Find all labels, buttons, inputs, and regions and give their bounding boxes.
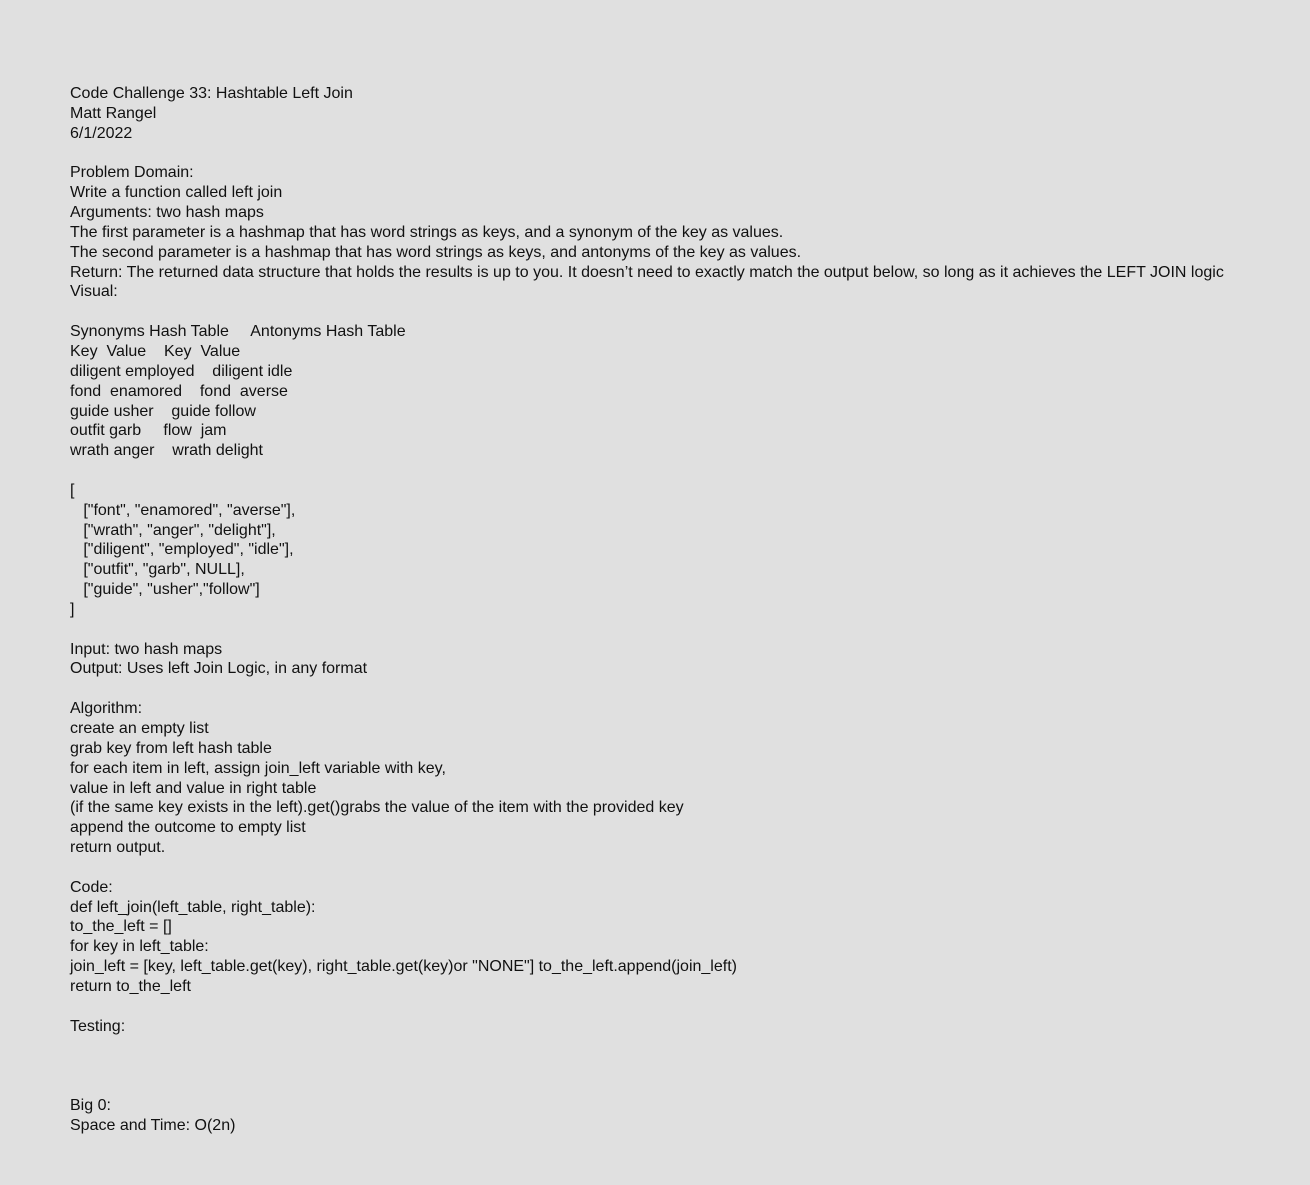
author-name: Matt Rangel xyxy=(70,104,157,122)
code-line: to_the_left = [] xyxy=(70,918,172,936)
output-example-close: ] xyxy=(70,600,75,618)
testing-heading: Testing: xyxy=(70,1017,126,1035)
output-example-row: ["wrath", "anger", "delight"], xyxy=(70,521,276,539)
problem-domain-heading: Problem Domain: xyxy=(70,164,194,182)
algorithm-step: (if the same key exists in the left).get… xyxy=(70,799,684,817)
output-description: Output: Uses left Join Logic, in any for… xyxy=(70,660,368,678)
problem-line: The first parameter is a hashmap that ha… xyxy=(70,223,784,241)
input-description: Input: two hash maps xyxy=(70,640,223,658)
problem-line: Return: The returned data structure that… xyxy=(70,263,1224,281)
document-body: Code Challenge 33: Hashtable Left Join M… xyxy=(70,84,1306,1136)
code-line: join_left = [key, left_table.get(key), r… xyxy=(70,958,737,976)
algorithm-step: for each item in left, assign join_left … xyxy=(70,759,446,777)
code-line: return to_the_left xyxy=(70,977,191,995)
visual-row: outfit garb flow jam xyxy=(70,422,227,440)
algorithm-step: grab key from left hash table xyxy=(70,739,272,757)
page: { "header": { "title": "Code Challenge 3… xyxy=(0,0,1310,1185)
problem-line: Write a function called left join xyxy=(70,184,283,202)
problem-line: Visual: xyxy=(70,283,118,301)
code-line: for key in left_table: xyxy=(70,938,209,956)
algorithm-step: create an empty list xyxy=(70,720,209,737)
visual-row: wrath anger wrath delight xyxy=(70,442,263,460)
output-example-row: ["diligent", "employed", "idle"], xyxy=(70,541,294,559)
visual-row: diligent employed diligent idle xyxy=(70,362,293,380)
code-heading: Code: xyxy=(70,878,113,896)
code-line: def left_join(left_table, right_table): xyxy=(70,898,316,916)
algorithm-step: append the outcome to empty list xyxy=(70,819,306,837)
output-example-row: ["outfit", "garb", NULL], xyxy=(70,561,245,579)
output-example-row: ["guide", "usher","follow"] xyxy=(70,581,260,599)
output-example-row: ["font", "enamored", "averse"], xyxy=(70,501,296,519)
problem-line: Arguments: two hash maps xyxy=(70,204,264,222)
big-o-heading: Big 0: xyxy=(70,1097,111,1115)
output-example-open: [ xyxy=(70,481,75,499)
algorithm-heading: Algorithm: xyxy=(70,700,143,718)
visual-table-titles: Synonyms Hash Table Antonyms Hash Table xyxy=(70,323,406,341)
visual-header-row: Key Value Key Value xyxy=(70,342,241,360)
visual-row: fond enamored fond averse xyxy=(70,382,288,400)
algorithm-step: value in left and value in right table xyxy=(70,779,317,797)
document-date: 6/1/2022 xyxy=(70,124,133,142)
document-title: Code Challenge 33: Hashtable Left Join xyxy=(70,85,353,102)
visual-row: guide usher guide follow xyxy=(70,402,256,420)
algorithm-step: return output. xyxy=(70,839,166,857)
big-o-line: Space and Time: O(2n) xyxy=(70,1116,236,1134)
problem-line: The second parameter is a hashmap that h… xyxy=(70,243,802,261)
